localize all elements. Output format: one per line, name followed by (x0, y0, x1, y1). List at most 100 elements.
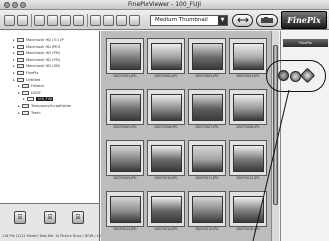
thumbnail[interactable]: DSCF0014.JPG (147, 191, 185, 233)
slideshow-button[interactable] (129, 15, 140, 26)
save-button[interactable] (17, 15, 28, 26)
camera-icon (261, 17, 273, 23)
tree-item-label: DCIM (31, 90, 41, 95)
thumbnail[interactable]: DSCF0003.JPG (188, 38, 226, 80)
rotate-left-button[interactable] (90, 15, 101, 26)
folder-icon (22, 110, 29, 115)
printer-icon[interactable] (290, 71, 301, 82)
tree-item-label: FinePix (26, 71, 39, 75)
thumbnail-frame (147, 89, 185, 125)
tree-item[interactable]: ▸ Trash (18, 110, 41, 116)
thumbnail-frame (229, 38, 267, 74)
thumbnail-caption: DSCF0015.JPG (195, 227, 219, 231)
photo (192, 145, 223, 172)
tree-item[interactable]: ▸ TemporaryScrapFolder (18, 103, 71, 109)
tree-item[interactable]: ▸ Macintosh HD (3:1 JP (13, 37, 64, 43)
thumbnail[interactable]: DSCF0011.JPG (188, 140, 226, 182)
rotate-right-button[interactable] (103, 15, 114, 26)
thumbnail[interactable]: DSCF0002.JPG (147, 38, 185, 80)
tree-item[interactable]: ▸ Untitled (13, 77, 40, 83)
print-button[interactable] (116, 15, 127, 26)
folder-icon (17, 38, 24, 42)
paste-button[interactable] (60, 15, 71, 26)
photo (110, 196, 141, 223)
tree-item[interactable]: ▸ 100_FUJI (23, 96, 54, 102)
thumbnail[interactable]: DSCF0004.JPG (229, 38, 267, 80)
thumbnail-frame (106, 89, 144, 125)
view-mode-select[interactable]: Medium Thumbnail ▼ (150, 15, 228, 26)
thumbnail-frame (188, 191, 226, 227)
copy-button[interactable] (47, 15, 58, 26)
thumbnail-frame (106, 140, 144, 176)
thumbnail-frame (147, 38, 185, 74)
thumbnail-frame (229, 191, 267, 227)
thumbnail-caption: DSCF0010.JPG (154, 176, 178, 180)
thumbnail-caption: DSCF0009.JPG (113, 176, 137, 180)
tree-item[interactable]: ▸ Folders (18, 83, 44, 89)
tree-item[interactable]: ▸ Macintosh HD JPEG (13, 44, 60, 50)
drive-bar: ⌸ ⌸ ⌸ 118 File (1112 Folder) Total file:… (0, 203, 111, 241)
arrows-icon (236, 17, 249, 23)
photo (192, 196, 223, 223)
photo (110, 43, 141, 70)
tree-item-label: Macintosh HD (GB) (26, 64, 61, 69)
thumbnail[interactable]: DSCF0001.JPG (106, 38, 144, 80)
thumbnail[interactable]: DSCF0006.JPG (147, 89, 185, 131)
tree-item-label: Macintosh HD (FM) (26, 51, 61, 56)
drive-icon[interactable]: ⌸ (44, 211, 56, 224)
thumbnail[interactable]: DSCF0012.JPG (229, 140, 267, 182)
drive-icon[interactable]: ⌸ (14, 211, 26, 224)
tree-item-label: Macintosh HD (FM) (26, 57, 61, 62)
thumbnail-frame (188, 38, 226, 74)
photo (110, 94, 141, 121)
photo (192, 94, 223, 121)
thumbnail-caption: DSCF0002.JPG (154, 74, 178, 78)
thumbnail[interactable]: DSCF0007.JPG (188, 89, 226, 131)
view-mode-label: Medium Thumbnail (155, 17, 208, 23)
open-button[interactable] (4, 15, 15, 26)
folder-icon (17, 77, 24, 82)
folder-icon (22, 104, 29, 108)
thumbnail-caption: DSCF0012.JPG (236, 176, 260, 180)
folder-icon (17, 64, 24, 69)
thumbnail-caption: DSCF0008.JPG (236, 125, 260, 129)
thumbnail-frame (106, 38, 144, 74)
folder-tree[interactable]: ▸ Macintosh HD (3:1 JP ▸ Macintosh HD JPEG ▸… (0, 31, 100, 203)
tree-item[interactable]: ▸ Macintosh HD (FM) (13, 57, 60, 63)
thumbnail[interactable]: DSCF0016.JPG (229, 191, 267, 233)
toolbar: Medium Thumbnail ▼ (0, 10, 329, 30)
thumbnail-frame (147, 140, 185, 176)
thumbnail[interactable]: DSCF0008.JPG (229, 89, 267, 131)
folder-icon (27, 97, 34, 102)
thumbnail[interactable]: DSCF0009.JPG (106, 140, 144, 182)
tree-item[interactable]: ▸ Macintosh HD (FM) (13, 50, 60, 56)
thumbnail[interactable]: DSCF0013.JPG (106, 191, 144, 233)
tree-item[interactable]: ▸ FinePix (13, 70, 39, 76)
thumbnail-caption: DSCF0016.JPG (236, 227, 260, 231)
toolbar-divider (87, 14, 88, 27)
photo (151, 94, 182, 121)
pencil-icon[interactable] (299, 67, 316, 84)
photo (233, 43, 264, 70)
thumbnail-grid: DSCF0001.JPG DSCF0002.JPG DSCF0003.JPG DSCF… (101, 31, 271, 241)
brand-logo: FinePix (281, 11, 327, 29)
photo (151, 43, 182, 70)
tree-item[interactable]: ▸ Macintosh HD (GB) (13, 63, 60, 69)
zoom-button[interactable] (232, 14, 253, 27)
cut-button[interactable] (34, 15, 45, 26)
thumbnail-caption: DSCF0006.JPG (154, 125, 178, 129)
drive-icon[interactable]: ⌸ (72, 211, 84, 224)
delete-button[interactable] (73, 15, 84, 26)
thumbnail[interactable]: DSCF0015.JPG (188, 191, 226, 233)
info-button[interactable] (256, 14, 278, 27)
thumbnail-frame (147, 191, 185, 227)
globe-icon[interactable] (278, 70, 289, 81)
photo (233, 196, 264, 223)
photo (151, 196, 182, 223)
folder-icon (17, 71, 24, 75)
thumbnail[interactable]: DSCF0005.JPG (106, 89, 144, 131)
thumbnail[interactable]: DSCF0010.JPG (147, 140, 185, 182)
folder-icon (17, 57, 24, 62)
tree-item[interactable]: ▸ DCIM (18, 90, 40, 96)
thumbnail-frame (229, 89, 267, 125)
